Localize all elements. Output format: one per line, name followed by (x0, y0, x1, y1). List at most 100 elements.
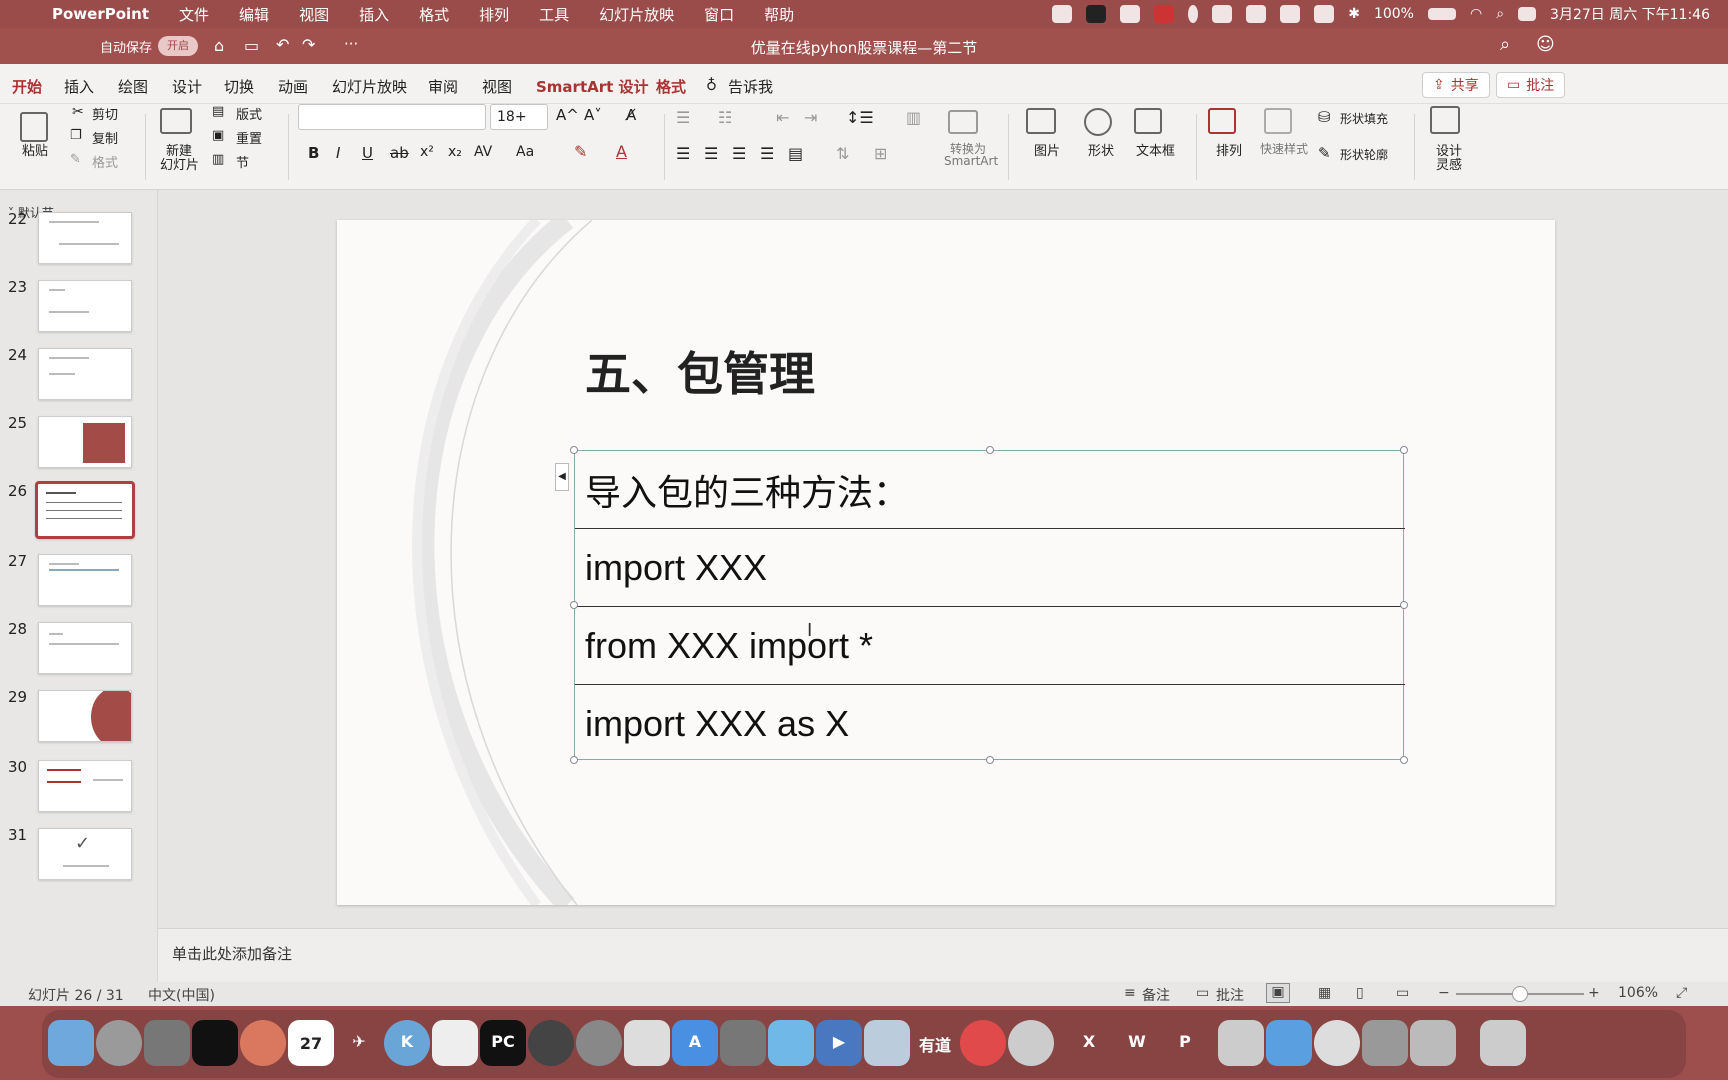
normal-view-icon[interactable]: ▣ (1266, 983, 1290, 1003)
paste-label[interactable]: 粘贴 (22, 140, 48, 159)
zoom-slider-thumb[interactable] (1512, 986, 1528, 1002)
menu-arrange[interactable]: 排列 (479, 4, 509, 25)
tab-review[interactable]: 审阅 (428, 76, 458, 97)
text-pane-toggle[interactable]: ◀ (555, 463, 569, 491)
account-icon[interactable]: ☺ (1536, 34, 1555, 55)
char-spacing-button[interactable]: AV (474, 144, 492, 160)
reading-view-icon[interactable]: ▯ (1356, 985, 1364, 1001)
change-case-button[interactable]: Aa (516, 144, 534, 160)
highlight-icon[interactable]: ✎ (574, 142, 587, 161)
resize-handle[interactable] (570, 756, 578, 764)
smartart-list[interactable]: 导入包的三种方法： import XXX from XXX import * i… (555, 446, 1408, 764)
powerpoint-icon[interactable]: P (1162, 1020, 1208, 1066)
notes-pane[interactable]: 单击此处添加备注 (158, 928, 1728, 982)
lightbulb-icon[interactable]: ♁ (706, 76, 717, 94)
font-color-icon[interactable]: A (616, 142, 627, 161)
slide-thumbnail-26[interactable] (35, 481, 135, 539)
font-name-select[interactable] (298, 104, 486, 130)
control-center-icon[interactable] (1518, 7, 1537, 21)
menu-insert[interactable]: 插入 (359, 4, 389, 25)
tab-view[interactable]: 视图 (482, 76, 512, 97)
shape-label[interactable]: 形状 (1088, 140, 1114, 159)
slide-thumbnail-28[interactable] (38, 622, 132, 674)
designer-icon[interactable] (1430, 106, 1460, 134)
menu-edit[interactable]: 编辑 (239, 4, 269, 25)
slide-thumbnail-23[interactable] (38, 280, 132, 332)
notes-toggle[interactable]: 备注 (1142, 985, 1170, 1005)
format-painter-button[interactable]: 格式 (92, 152, 118, 171)
launchpad-icon[interactable] (96, 1020, 142, 1066)
zoom-in-icon[interactable]: + (1588, 985, 1600, 1001)
tell-me[interactable]: 告诉我 (728, 76, 773, 97)
fit-slide-icon[interactable]: ⤢ (1676, 985, 1687, 1001)
align-left-icon[interactable]: ☰ (676, 144, 690, 163)
tab-draw[interactable]: 绘图 (118, 76, 148, 97)
obs-icon[interactable] (528, 1020, 574, 1066)
paste-icon[interactable] (20, 112, 48, 142)
search-icon[interactable]: ⌕ (1496, 6, 1504, 22)
new-slide-icon[interactable] (160, 108, 192, 134)
underline-button[interactable]: U (362, 144, 373, 162)
slide-thumbnail-31[interactable]: ✓ (38, 828, 132, 880)
mission-control-icon[interactable] (144, 1020, 190, 1066)
notes-icon[interactable]: ≡ (1124, 985, 1136, 1001)
menu-help[interactable]: 帮助 (764, 4, 794, 25)
slide-sorter-icon[interactable]: ▦ (1318, 985, 1331, 1001)
subscript-button[interactable]: x₂ (448, 144, 462, 160)
preview-icon[interactable] (1362, 1020, 1408, 1066)
comment-icon[interactable]: ▭ (1196, 985, 1209, 1001)
justify-icon[interactable]: ☰ (760, 144, 774, 163)
slide-thumbnail-30[interactable] (38, 760, 132, 812)
wifi-icon[interactable]: ◠ (1470, 6, 1482, 22)
s-app-icon[interactable] (1266, 1020, 1312, 1066)
resize-handle[interactable] (570, 601, 578, 609)
arrange-icon[interactable] (1208, 108, 1236, 134)
textbox-label[interactable]: 文本框 (1136, 140, 1175, 159)
sync-icon[interactable] (1314, 5, 1335, 23)
tab-smartart-design[interactable]: SmartArt 设计 (536, 76, 649, 97)
excel-icon[interactable]: X (1066, 1020, 1112, 1066)
tab-home[interactable]: 开始 (12, 76, 42, 97)
quick-styles-label[interactable]: 快速样式 (1260, 140, 1308, 157)
slide-canvas[interactable]: 五、包管理 导入包的三种方法： import XXX from XXX impo… (337, 220, 1555, 905)
picture-icon[interactable] (1026, 108, 1056, 134)
desktop-icon[interactable] (1218, 1020, 1264, 1066)
list-item[interactable]: from XXX import * (575, 607, 1405, 685)
scissors-icon[interactable]: ✂ (72, 104, 84, 120)
tab-animations[interactable]: 动画 (278, 76, 308, 97)
shield-icon[interactable] (1212, 5, 1233, 23)
convert-smartart-label-2[interactable]: SmartArt (944, 154, 998, 168)
list-item[interactable]: import XXX (575, 529, 1405, 607)
finder-icon[interactable] (48, 1020, 94, 1066)
shape-fill-button[interactable]: 形状填充 (1340, 110, 1388, 127)
copy-icon[interactable]: ❐ (70, 128, 82, 143)
dot-icon[interactable] (1188, 5, 1199, 23)
drive-icon[interactable] (1280, 5, 1301, 23)
photos-icon[interactable] (240, 1020, 286, 1066)
slide-thumbnail-24[interactable] (38, 348, 132, 400)
reset-icon[interactable]: ▣ (212, 128, 224, 143)
word-icon[interactable]: W (1114, 1020, 1160, 1066)
language[interactable]: 中文(中国) (148, 985, 215, 1005)
mail-icon[interactable] (1120, 5, 1141, 23)
textbox-icon[interactable] (1134, 108, 1162, 134)
recording-icon[interactable] (1154, 5, 1175, 23)
menu-view[interactable]: 视图 (299, 4, 329, 25)
align-right-icon[interactable]: ☰ (732, 144, 746, 163)
tab-slideshow[interactable]: 幻灯片放映 (332, 76, 407, 97)
cut-button[interactable]: 剪切 (92, 104, 118, 123)
bold-button[interactable]: B (308, 144, 319, 162)
font-size-select[interactable]: 18+ (490, 104, 548, 130)
mosaic-icon[interactable] (960, 1020, 1006, 1066)
menu-slideshow[interactable]: 幻灯片放映 (599, 4, 674, 25)
menu-format[interactable]: 格式 (419, 4, 449, 25)
resize-handle[interactable] (986, 446, 994, 454)
xcode-icon[interactable]: ✈ (336, 1020, 382, 1066)
quicktime-icon[interactable] (1314, 1020, 1360, 1066)
text-direction-icon[interactable]: ⇅ (836, 144, 849, 163)
section-button[interactable]: 节 (236, 152, 249, 171)
tab-format[interactable]: 格式 (656, 76, 686, 97)
bluetooth-icon[interactable]: ✱ (1348, 6, 1360, 22)
clock[interactable]: 3月27日 周六 下午11:46 (1550, 4, 1710, 24)
keynote-icon[interactable]: K (384, 1020, 430, 1066)
